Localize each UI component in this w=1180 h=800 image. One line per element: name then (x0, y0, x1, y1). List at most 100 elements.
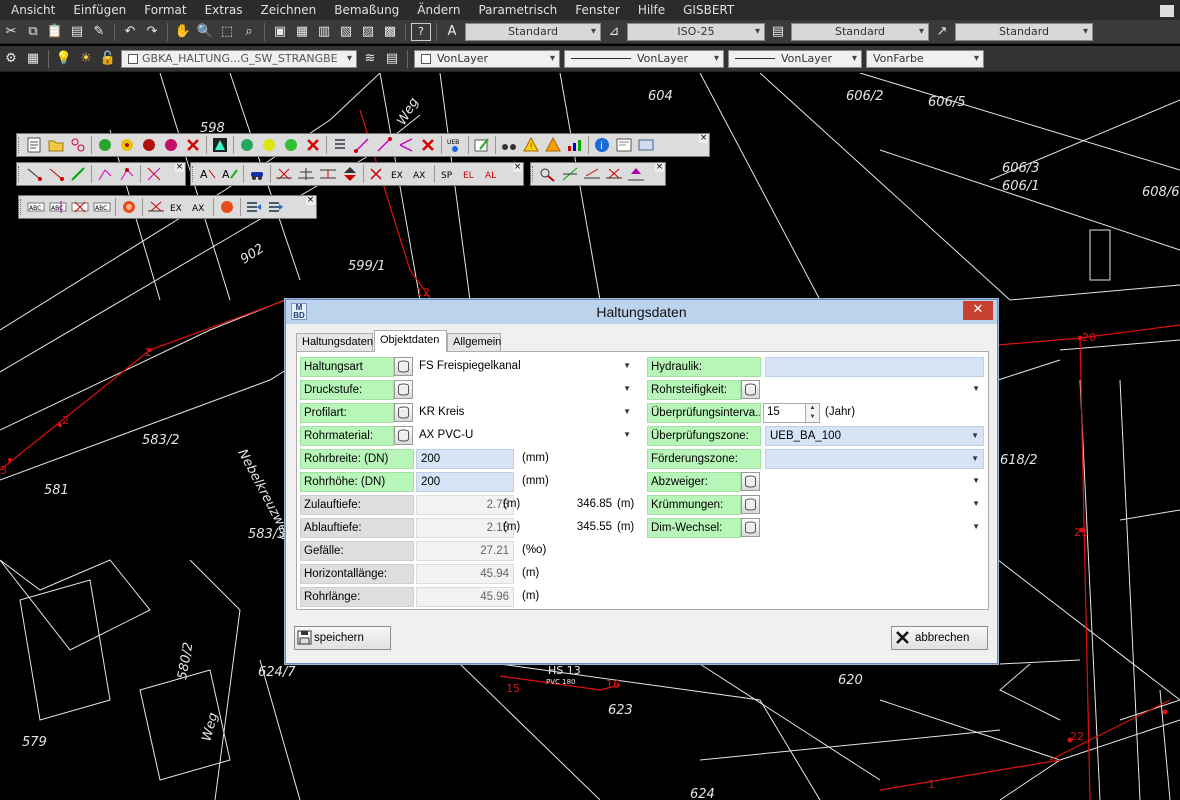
up-down-icon[interactable] (340, 164, 360, 184)
node-line-green-icon[interactable] (68, 164, 88, 184)
paste-icon[interactable]: 📋 (45, 23, 65, 41)
tab-haltungsdaten[interactable]: Haltungsdaten (296, 333, 373, 351)
redo-icon[interactable]: ↷ (142, 23, 162, 41)
dim-plus-icon[interactable] (296, 164, 316, 184)
menu-hilfe[interactable]: Hilfe (629, 3, 674, 17)
stop-icon[interactable] (119, 197, 139, 217)
open-folder-icon[interactable] (46, 135, 66, 155)
pipe-branch-icon[interactable] (396, 135, 416, 155)
menu-gisbert[interactable]: GISBERT (674, 3, 743, 17)
label-ax-icon[interactable]: AX (411, 164, 431, 184)
database-icon[interactable] (741, 518, 760, 537)
label-x-icon[interactable] (367, 164, 387, 184)
car-icon[interactable] (247, 164, 267, 184)
database-icon[interactable] (394, 357, 413, 376)
sheetset-icon[interactable]: ▧ (336, 23, 356, 41)
cancel-button[interactable]: abbrechen (891, 626, 988, 650)
database-icon[interactable] (741, 380, 760, 399)
pipe-delete-icon[interactable] (418, 135, 438, 155)
toolbar-close-icon[interactable]: × (175, 163, 184, 172)
abc-label-move-icon[interactable]: ABC (92, 197, 112, 217)
pipe-split-icon[interactable] (560, 164, 580, 184)
pruefintervall-stepper[interactable]: 15 ▲ ▼ (763, 403, 820, 423)
rohrbreite-input[interactable]: 200 (416, 449, 514, 469)
abc-label-edit-icon[interactable]: ABC (48, 197, 68, 217)
stepper-arrows-icon[interactable]: ▲ ▼ (805, 404, 819, 422)
abc-label-icon[interactable]: ABC (26, 197, 46, 217)
layer-on-icon[interactable]: 💡 (54, 50, 74, 68)
info-icon[interactable]: i (592, 135, 612, 155)
rohrsteifigkeit-select[interactable]: ▼ (762, 380, 984, 400)
help-icon[interactable]: ? (411, 22, 431, 41)
toolbar-close-icon[interactable]: × (306, 196, 315, 205)
brush-icon[interactable]: ✎ (89, 23, 109, 41)
menu-extras[interactable]: Extras (196, 3, 252, 17)
node-line-icon[interactable] (24, 164, 44, 184)
database-icon[interactable] (394, 426, 413, 445)
delete-icon[interactable] (183, 135, 203, 155)
undo-icon[interactable]: ↶ (120, 23, 140, 41)
toolbar-close-icon[interactable]: × (699, 134, 708, 143)
dim-x-icon[interactable] (274, 164, 294, 184)
rohrhoehe-input[interactable]: 200 (416, 472, 514, 492)
edit-table-icon[interactable] (472, 135, 492, 155)
toolbar-grip[interactable] (18, 137, 21, 153)
window-icon[interactable] (636, 135, 656, 155)
profile-chart-icon[interactable] (565, 135, 585, 155)
multileader-style-select[interactable]: Standard ▾ (955, 22, 1093, 41)
menu-zeichnen[interactable]: Zeichnen (252, 3, 326, 17)
polyline-node-icon[interactable] (117, 164, 137, 184)
toolbar-close-icon[interactable]: × (513, 163, 522, 172)
druckstufe-select[interactable]: ▼ (415, 380, 635, 400)
notes-icon[interactable] (24, 135, 44, 155)
text-a-icon[interactable]: A (198, 164, 218, 184)
label-ax2-icon[interactable]: AX (190, 197, 210, 217)
close-icon[interactable]: ✕ (963, 301, 993, 320)
layer-thaw-icon[interactable]: ☀ (76, 50, 96, 68)
pipe-edit-icon[interactable] (374, 135, 394, 155)
toolbar-close-icon[interactable]: × (655, 163, 664, 172)
layer-previous-icon[interactable]: ▤ (382, 50, 402, 68)
polyline-icon[interactable] (95, 164, 115, 184)
warning-multi-icon[interactable] (543, 135, 563, 155)
menu-bemassung[interactable]: Bemaßung (325, 3, 408, 17)
stop-red-icon[interactable] (217, 197, 237, 217)
tab-objektdaten[interactable]: Objektdaten (374, 330, 447, 352)
green-check-ball-icon[interactable] (281, 135, 301, 155)
pipe-cross-icon[interactable] (604, 164, 624, 184)
menu-format[interactable]: Format (135, 3, 195, 17)
kruemmungen-select[interactable]: ▼ (762, 495, 984, 515)
zoom-previous-icon[interactable]: ⌕ (239, 23, 259, 41)
form-icon[interactable] (614, 135, 634, 155)
import-icon[interactable] (266, 197, 286, 217)
menu-parametrisch[interactable]: Parametrisch (469, 3, 566, 17)
zoom-realtime-icon[interactable]: 🔍 (195, 23, 215, 41)
plotstyle-select[interactable]: VonFarbe ▾ (866, 49, 984, 68)
layer-select[interactable]: GBKA_HALTUNG...G_SW_STRANGBE ▾ (121, 49, 357, 68)
layer-settings-icon[interactable]: ⚙ (1, 50, 21, 68)
table-style-select[interactable]: Standard ▾ (791, 22, 929, 41)
dim-cross-icon[interactable] (146, 197, 166, 217)
export-icon[interactable] (244, 197, 264, 217)
toolbar-grip[interactable] (18, 166, 21, 182)
make-current-layer-icon[interactable]: ≋ (360, 50, 380, 68)
text-edit-icon[interactable]: A (220, 164, 240, 184)
green-ball-icon[interactable] (237, 135, 257, 155)
color-triangle-icon[interactable] (210, 135, 230, 155)
copy-icon[interactable]: ⧉ (23, 23, 43, 41)
dialog-titlebar[interactable]: M BD Haltungsdaten ✕ (286, 300, 997, 324)
calculator-icon[interactable]: ▩ (380, 23, 400, 41)
window-close-icon[interactable] (1160, 5, 1174, 17)
pan-icon[interactable]: ✋ (173, 23, 193, 41)
foerderzone-select[interactable]: ▼ (765, 449, 984, 469)
tool-palettes-icon[interactable]: ▥ (314, 23, 334, 41)
toolbar-grip[interactable] (532, 166, 535, 182)
abzweiger-select[interactable]: ▼ (762, 472, 984, 492)
node-line-red-icon[interactable] (46, 164, 66, 184)
delete-icon[interactable] (303, 135, 323, 155)
cut-icon[interactable]: ✂ (1, 23, 21, 41)
properties-icon[interactable]: ▣ (270, 23, 290, 41)
binoculars-icon[interactable] (499, 135, 519, 155)
linetype-select[interactable]: VonLayer ▾ (564, 49, 724, 68)
save-button[interactable]: speichern (294, 626, 391, 650)
